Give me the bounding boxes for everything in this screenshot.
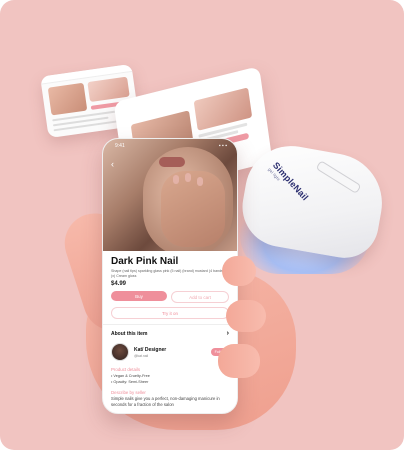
hand-finger <box>218 344 260 378</box>
product-hero-image: 9:41 ▪ ▪ ▪ ‹ <box>103 139 237 251</box>
promo-scene: SimpleNail gel light 9:41 ▪ ▪ ▪ ‹ Dark P… <box>0 0 404 450</box>
about-item-row[interactable]: About this item › <box>111 330 229 337</box>
hand-finger <box>222 256 256 286</box>
about-heading: About this item <box>111 330 148 337</box>
status-bar: 9:41 ▪ ▪ ▪ <box>115 143 227 149</box>
seller-description-text: Simple nails give you a perfect, non-dam… <box>111 396 220 407</box>
chevron-right-icon: › <box>226 330 229 337</box>
product-phone-screen: 9:41 ▪ ▪ ▪ ‹ Dark Pink Nail Shape (nail … <box>102 138 238 414</box>
product-title: Dark Pink Nail <box>111 256 179 267</box>
buy-button[interactable]: Buy <box>111 291 167 301</box>
designer-handle: @kat.nail <box>134 353 149 358</box>
nail-lamp-illustration: SimpleNail gel light <box>234 138 390 274</box>
lamp-brand-logo: SimpleNail gel light <box>267 160 311 203</box>
hand-finger <box>226 300 266 332</box>
designer-row: Kat/ Designer @kat.nail Follow <box>111 343 229 361</box>
product-details-heading: Product details <box>111 367 141 372</box>
add-to-cart-button[interactable]: Add to cart <box>171 291 229 303</box>
product-description: Shape (nail tips) sparkling glass pink (… <box>111 269 225 278</box>
seller-description-heading: Describe by seller <box>111 390 146 395</box>
avatar[interactable] <box>111 343 129 361</box>
designer-name: Kat/ Designer <box>134 346 167 353</box>
try-it-on-button[interactable]: Try it on <box>111 307 229 319</box>
back-arrow-icon[interactable]: ‹ <box>111 159 114 169</box>
list-item: Opacity: Semi-Sheer <box>111 380 229 384</box>
list-item: Vegan & Cruelty-Free <box>111 374 229 378</box>
product-price: $4.99 <box>111 281 127 287</box>
